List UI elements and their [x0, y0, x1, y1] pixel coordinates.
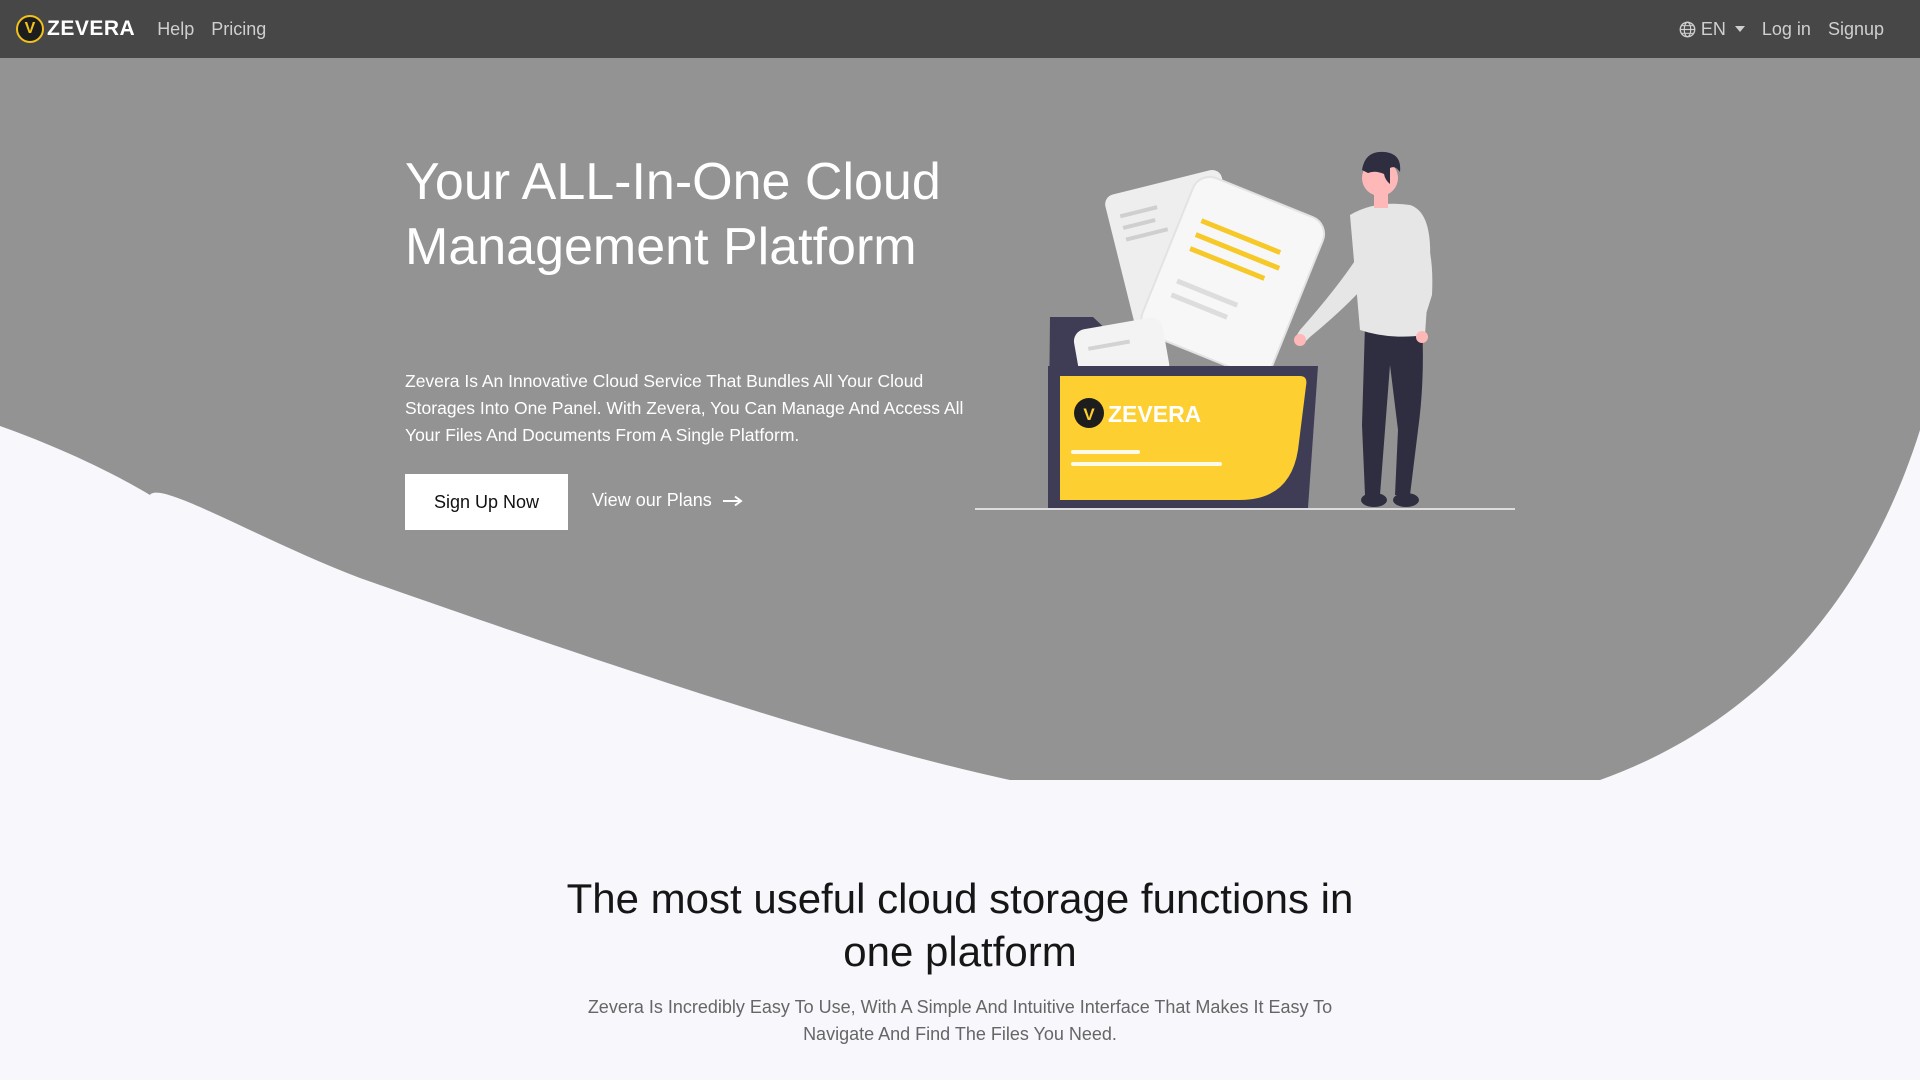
nav-link-pricing[interactable]: Pricing: [211, 19, 266, 40]
signup-link[interactable]: Signup: [1828, 19, 1884, 40]
hero-title: Your ALL-In-One Cloud Management Platfor…: [405, 153, 941, 276]
sign-up-now-button[interactable]: Sign Up Now: [405, 474, 568, 530]
view-plans-label: View our Plans: [592, 490, 712, 510]
folder-logo-badge: V: [1083, 405, 1095, 424]
nav-links: Help Pricing: [157, 19, 266, 40]
hero-description: Zevera Is An Innovative Cloud Service Th…: [405, 371, 964, 445]
logo-badge-icon: V: [16, 15, 44, 43]
view-plans-link[interactable]: View our Plans: [592, 490, 744, 511]
login-link[interactable]: Log in: [1762, 19, 1811, 40]
brand-logo[interactable]: V ZEVERA: [16, 15, 135, 43]
features-title: The most useful cloud storage functions …: [566, 875, 1354, 975]
globe-icon: [1679, 21, 1696, 37]
arrow-right-icon: [722, 495, 743, 506]
features-description: Zevera Is Incredibly Easy To Use, With A…: [587, 997, 1333, 1044]
chevron-down-icon: [1734, 26, 1745, 32]
brand-name: ZEVERA: [47, 17, 136, 40]
nav-right: EN Log in Signup: [1679, 19, 1904, 40]
hero-illustration: V ZEVERA: [975, 151, 1515, 510]
top-navbar: V ZEVERA Help Pricing EN Log in Signup: [0, 0, 1920, 58]
folder-brand-name: ZEVERA: [1108, 401, 1201, 427]
language-selector[interactable]: EN: [1679, 19, 1745, 40]
language-label: EN: [1700, 18, 1726, 39]
nav-link-help[interactable]: Help: [157, 19, 194, 40]
